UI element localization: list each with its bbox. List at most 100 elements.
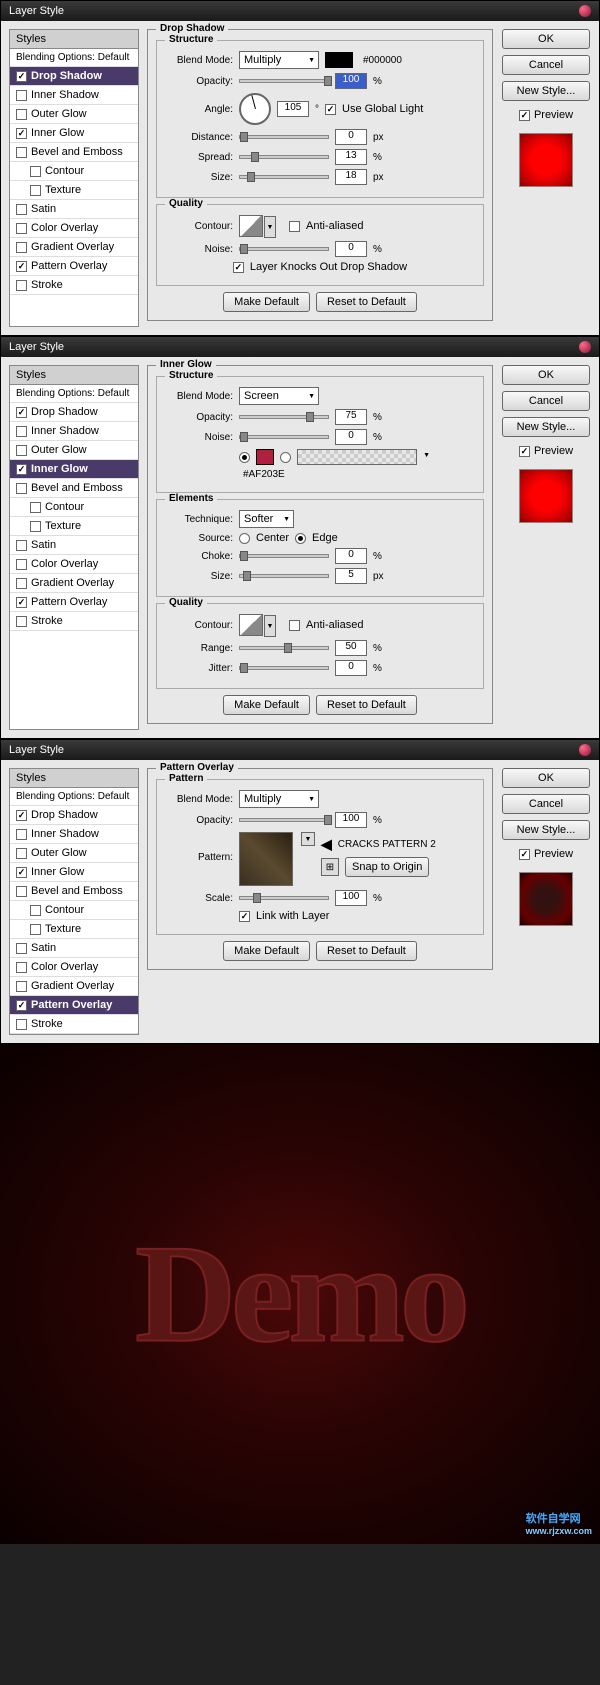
checkbox-icon[interactable]: [233, 262, 244, 273]
make-default-button[interactable]: Make Default: [223, 941, 310, 961]
style-texture[interactable]: Texture: [10, 920, 138, 939]
checkbox-icon[interactable]: [16, 204, 27, 215]
chevron-down-icon[interactable]: ▼: [264, 615, 276, 637]
checkbox-icon[interactable]: [30, 185, 41, 196]
style-pattern-overlay[interactable]: Pattern Overlay: [10, 257, 138, 276]
checkbox-icon[interactable]: [16, 829, 27, 840]
style-satin[interactable]: Satin: [10, 200, 138, 219]
style-bevel-emboss[interactable]: Bevel and Emboss: [10, 143, 138, 162]
opacity-input[interactable]: 100: [335, 73, 367, 89]
checkbox-icon[interactable]: [519, 110, 530, 121]
style-inner-glow[interactable]: Inner Glow: [10, 124, 138, 143]
size-input[interactable]: 18: [335, 169, 367, 185]
checkbox-icon[interactable]: [16, 867, 27, 878]
style-color-overlay[interactable]: Color Overlay: [10, 555, 138, 574]
noise-input[interactable]: 0: [335, 429, 367, 445]
style-satin[interactable]: Satin: [10, 939, 138, 958]
blending-options[interactable]: Blending Options: Default: [10, 385, 138, 403]
checkbox-icon[interactable]: [16, 616, 27, 627]
checkbox-icon[interactable]: [16, 1000, 27, 1011]
style-satin[interactable]: Satin: [10, 536, 138, 555]
style-inner-glow[interactable]: Inner Glow: [10, 863, 138, 882]
cancel-button[interactable]: Cancel: [502, 55, 590, 75]
checkbox-icon[interactable]: [16, 483, 27, 494]
new-style-button[interactable]: New Style...: [502, 820, 590, 840]
distance-input[interactable]: 0: [335, 129, 367, 145]
checkbox-icon[interactable]: [30, 905, 41, 916]
close-icon[interactable]: [579, 744, 591, 756]
blending-options[interactable]: Blending Options: Default: [10, 788, 138, 806]
technique-dropdown[interactable]: Softer: [239, 510, 294, 528]
checkbox-icon[interactable]: [519, 849, 530, 860]
checkbox-icon[interactable]: [16, 810, 27, 821]
checkbox-icon[interactable]: [30, 521, 41, 532]
checkbox-icon[interactable]: [16, 407, 27, 418]
opacity-input[interactable]: 75: [335, 409, 367, 425]
cancel-button[interactable]: Cancel: [502, 794, 590, 814]
checkbox-icon[interactable]: [16, 242, 27, 253]
style-gradient-overlay[interactable]: Gradient Overlay: [10, 574, 138, 593]
style-texture[interactable]: Texture: [10, 517, 138, 536]
opacity-slider[interactable]: [239, 818, 329, 822]
checkbox-icon[interactable]: [16, 578, 27, 589]
style-stroke[interactable]: Stroke: [10, 1015, 138, 1034]
range-input[interactable]: 50: [335, 640, 367, 656]
checkbox-icon[interactable]: [16, 109, 27, 120]
blend-mode-dropdown[interactable]: Multiply: [239, 790, 319, 808]
checkbox-icon[interactable]: [16, 1019, 27, 1030]
pattern-picker[interactable]: [239, 832, 293, 886]
checkbox-icon[interactable]: [16, 886, 27, 897]
shadow-color-swatch[interactable]: [325, 52, 353, 68]
size-input[interactable]: 5: [335, 568, 367, 584]
style-outer-glow[interactable]: Outer Glow: [10, 105, 138, 124]
checkbox-icon[interactable]: [16, 597, 27, 608]
jitter-input[interactable]: 0: [335, 660, 367, 676]
checkbox-icon[interactable]: [16, 445, 27, 456]
choke-slider[interactable]: [239, 554, 329, 558]
range-slider[interactable]: [239, 646, 329, 650]
edge-radio[interactable]: [295, 533, 306, 544]
style-color-overlay[interactable]: Color Overlay: [10, 219, 138, 238]
reset-default-button[interactable]: Reset to Default: [316, 695, 417, 715]
blend-mode-dropdown[interactable]: Multiply: [239, 51, 319, 69]
blending-options[interactable]: Blending Options: Default: [10, 49, 138, 67]
contour-picker[interactable]: ▼: [239, 215, 263, 237]
distance-slider[interactable]: [239, 135, 329, 139]
gradient-picker[interactable]: [297, 449, 417, 465]
style-texture[interactable]: Texture: [10, 181, 138, 200]
chevron-down-icon[interactable]: ▼: [264, 216, 276, 238]
style-contour[interactable]: Contour: [10, 498, 138, 517]
style-outer-glow[interactable]: Outer Glow: [10, 441, 138, 460]
style-drop-shadow[interactable]: Drop Shadow: [10, 806, 138, 825]
reset-default-button[interactable]: Reset to Default: [316, 941, 417, 961]
checkbox-icon[interactable]: [519, 446, 530, 457]
checkbox-icon[interactable]: [16, 261, 27, 272]
style-drop-shadow[interactable]: Drop Shadow: [10, 67, 138, 86]
jitter-slider[interactable]: [239, 666, 329, 670]
checkbox-icon[interactable]: [16, 426, 27, 437]
angle-dial[interactable]: [239, 93, 271, 125]
style-drop-shadow[interactable]: Drop Shadow: [10, 403, 138, 422]
noise-input[interactable]: 0: [335, 241, 367, 257]
checkbox-icon[interactable]: [16, 540, 27, 551]
checkbox-icon[interactable]: [16, 848, 27, 859]
checkbox-icon[interactable]: [16, 223, 27, 234]
scale-input[interactable]: 100: [335, 890, 367, 906]
snap-origin-icon[interactable]: ⊞: [321, 858, 339, 876]
checkbox-icon[interactable]: [239, 911, 250, 922]
size-slider[interactable]: [239, 175, 329, 179]
ok-button[interactable]: OK: [502, 768, 590, 788]
checkbox-icon[interactable]: [16, 559, 27, 570]
opacity-slider[interactable]: [239, 79, 329, 83]
checkbox-icon[interactable]: [16, 147, 27, 158]
style-inner-shadow[interactable]: Inner Shadow: [10, 86, 138, 105]
close-icon[interactable]: [579, 5, 591, 17]
contour-picker[interactable]: ▼: [239, 614, 263, 636]
checkbox-icon[interactable]: [16, 981, 27, 992]
make-default-button[interactable]: Make Default: [223, 292, 310, 312]
checkbox-icon[interactable]: [289, 221, 300, 232]
style-inner-glow[interactable]: Inner Glow: [10, 460, 138, 479]
style-bevel-emboss[interactable]: Bevel and Emboss: [10, 882, 138, 901]
checkbox-icon[interactable]: [30, 924, 41, 935]
cancel-button[interactable]: Cancel: [502, 391, 590, 411]
